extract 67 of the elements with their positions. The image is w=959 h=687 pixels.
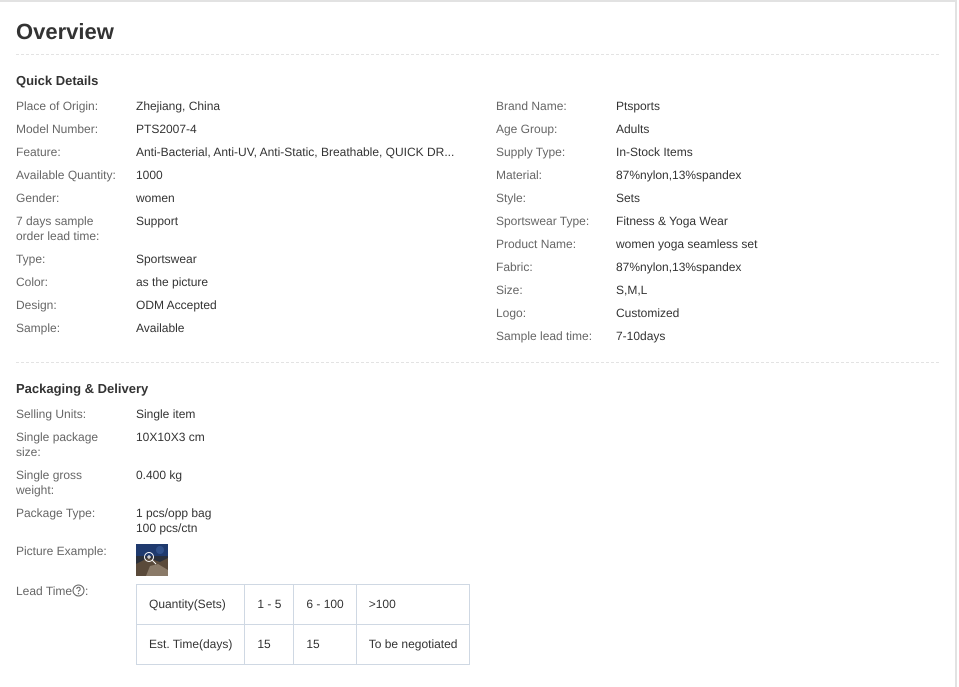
table-cell: Quantity(Sets) (136, 584, 245, 624)
field-value: Sportswear (136, 252, 197, 267)
table-cell: 15 (294, 624, 356, 664)
field-value: Support (136, 214, 178, 230)
field-label: Supply Type: (496, 145, 566, 160)
field-value: Ptsports (616, 99, 660, 114)
section-heading: Packaging & Delivery (16, 380, 150, 398)
field-value: 1 pcs/opp bag (136, 506, 212, 521)
field-value: PTS2007-4 (136, 122, 197, 137)
field-label: Lead Time (16, 584, 72, 599)
field-value: Adults (616, 122, 650, 137)
field-label: Product Name: (496, 237, 578, 252)
field-label: Model Number: (16, 122, 100, 137)
field-value: Fitness & Yoga Wear (616, 214, 728, 229)
field-value: Single item (136, 407, 196, 422)
field-value: as the picture (136, 275, 208, 290)
field-label: Age Group: (496, 122, 558, 137)
field-value: 10X10X3 cm (136, 430, 205, 445)
field-value: Anti-Bacterial, Anti-UV, Anti-Static, Breathable, QUICK DR... (136, 145, 454, 160)
field-label: Package Type: (16, 506, 96, 522)
table-cell: 1 - 5 (244, 584, 294, 624)
field-label: Color: (16, 275, 50, 290)
field-value: 1000 (136, 168, 163, 183)
field-label: Gender: (16, 191, 60, 206)
field-label: Logo: (496, 306, 528, 321)
field-value: 0.400 kg (136, 468, 182, 483)
page-title: Overview (16, 18, 939, 55)
field-label: Size: (496, 283, 524, 298)
field-value: Sets (616, 191, 640, 206)
field-label: Feature: (16, 145, 62, 160)
field-label: Picture Example: (16, 544, 108, 560)
field-value: 87%nylon,13%spandex (616, 260, 742, 275)
field-value: 87%nylon,13%spandex (616, 168, 742, 183)
field-label: Place of Origin: (16, 99, 100, 114)
table-cell: 6 - 100 (294, 584, 356, 624)
field-label: Fabric: (496, 260, 534, 275)
field-value: women (136, 191, 175, 206)
field-label: Sample: (16, 321, 62, 336)
field-value: women yoga seamless set (616, 237, 758, 252)
field-label: Single gross weight: (16, 468, 84, 498)
field-value: Zhejiang, China (136, 99, 220, 114)
help-icon[interactable] (72, 584, 86, 597)
field-value: Available (136, 321, 184, 336)
field-label: 7 days sample order lead time: (16, 214, 100, 244)
field-value: In-Stock Items (616, 145, 693, 160)
table-cell: 15 (244, 624, 294, 664)
table-cell: To be negotiated (356, 624, 470, 664)
field-label: Available Quantity: (16, 168, 117, 183)
field-label: Style: (496, 191, 528, 206)
field-label: Selling Units: (16, 407, 88, 422)
section-heading: Quick Details (16, 72, 100, 90)
field-label: Sportswear Type: (496, 214, 590, 229)
field-value: 100 pcs/ctn (136, 521, 198, 536)
field-value: Customized (616, 306, 680, 321)
field-label: Material: (496, 168, 544, 183)
table-cell: Est. Time(days) (136, 624, 245, 664)
table-cell: >100 (356, 584, 470, 624)
field-label: Sample lead time: (496, 329, 594, 344)
field-value: 7-10days (616, 329, 666, 344)
field-label: Single package size: (16, 430, 100, 460)
field-label: Brand Name: (496, 99, 568, 114)
zoom-icon[interactable] (143, 551, 157, 565)
label-colon: : (85, 584, 88, 599)
field-label: Design: (16, 298, 58, 313)
field-value: ODM Accepted (136, 298, 217, 313)
field-label: Type: (16, 252, 46, 267)
field-value: S,M,L (616, 283, 648, 298)
